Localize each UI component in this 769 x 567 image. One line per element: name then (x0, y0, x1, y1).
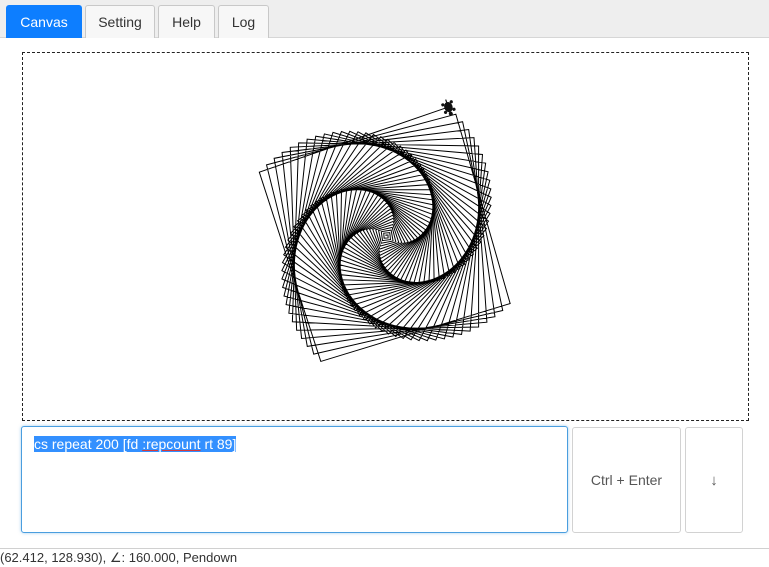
code-editor[interactable]: cs repeat 200 [fd :repcount rt 89] (21, 426, 568, 533)
tab-setting[interactable]: Setting (85, 5, 155, 38)
turtle-status: (62.412, 128.930), ∠: 160.000, Pendown (0, 550, 238, 565)
expand-button[interactable]: ↓ (685, 427, 743, 533)
turtle-drawing (258, 99, 511, 363)
arrow-down-icon: ↓ (710, 471, 718, 489)
tab-log[interactable]: Log (218, 5, 269, 38)
tab-help[interactable]: Help (158, 5, 215, 38)
spiral-path (258, 106, 511, 363)
tab-bar: Canvas Setting Help Log (0, 0, 769, 38)
status-bar: (62.412, 128.930), ∠: 160.000, Pendown (0, 548, 769, 567)
tab-canvas[interactable]: Canvas (6, 5, 82, 38)
selected-code: cs repeat 200 [fd :repcount rt 89] (34, 436, 237, 452)
turtle-canvas[interactable] (22, 52, 749, 421)
run-button[interactable]: Ctrl + Enter (572, 427, 681, 533)
